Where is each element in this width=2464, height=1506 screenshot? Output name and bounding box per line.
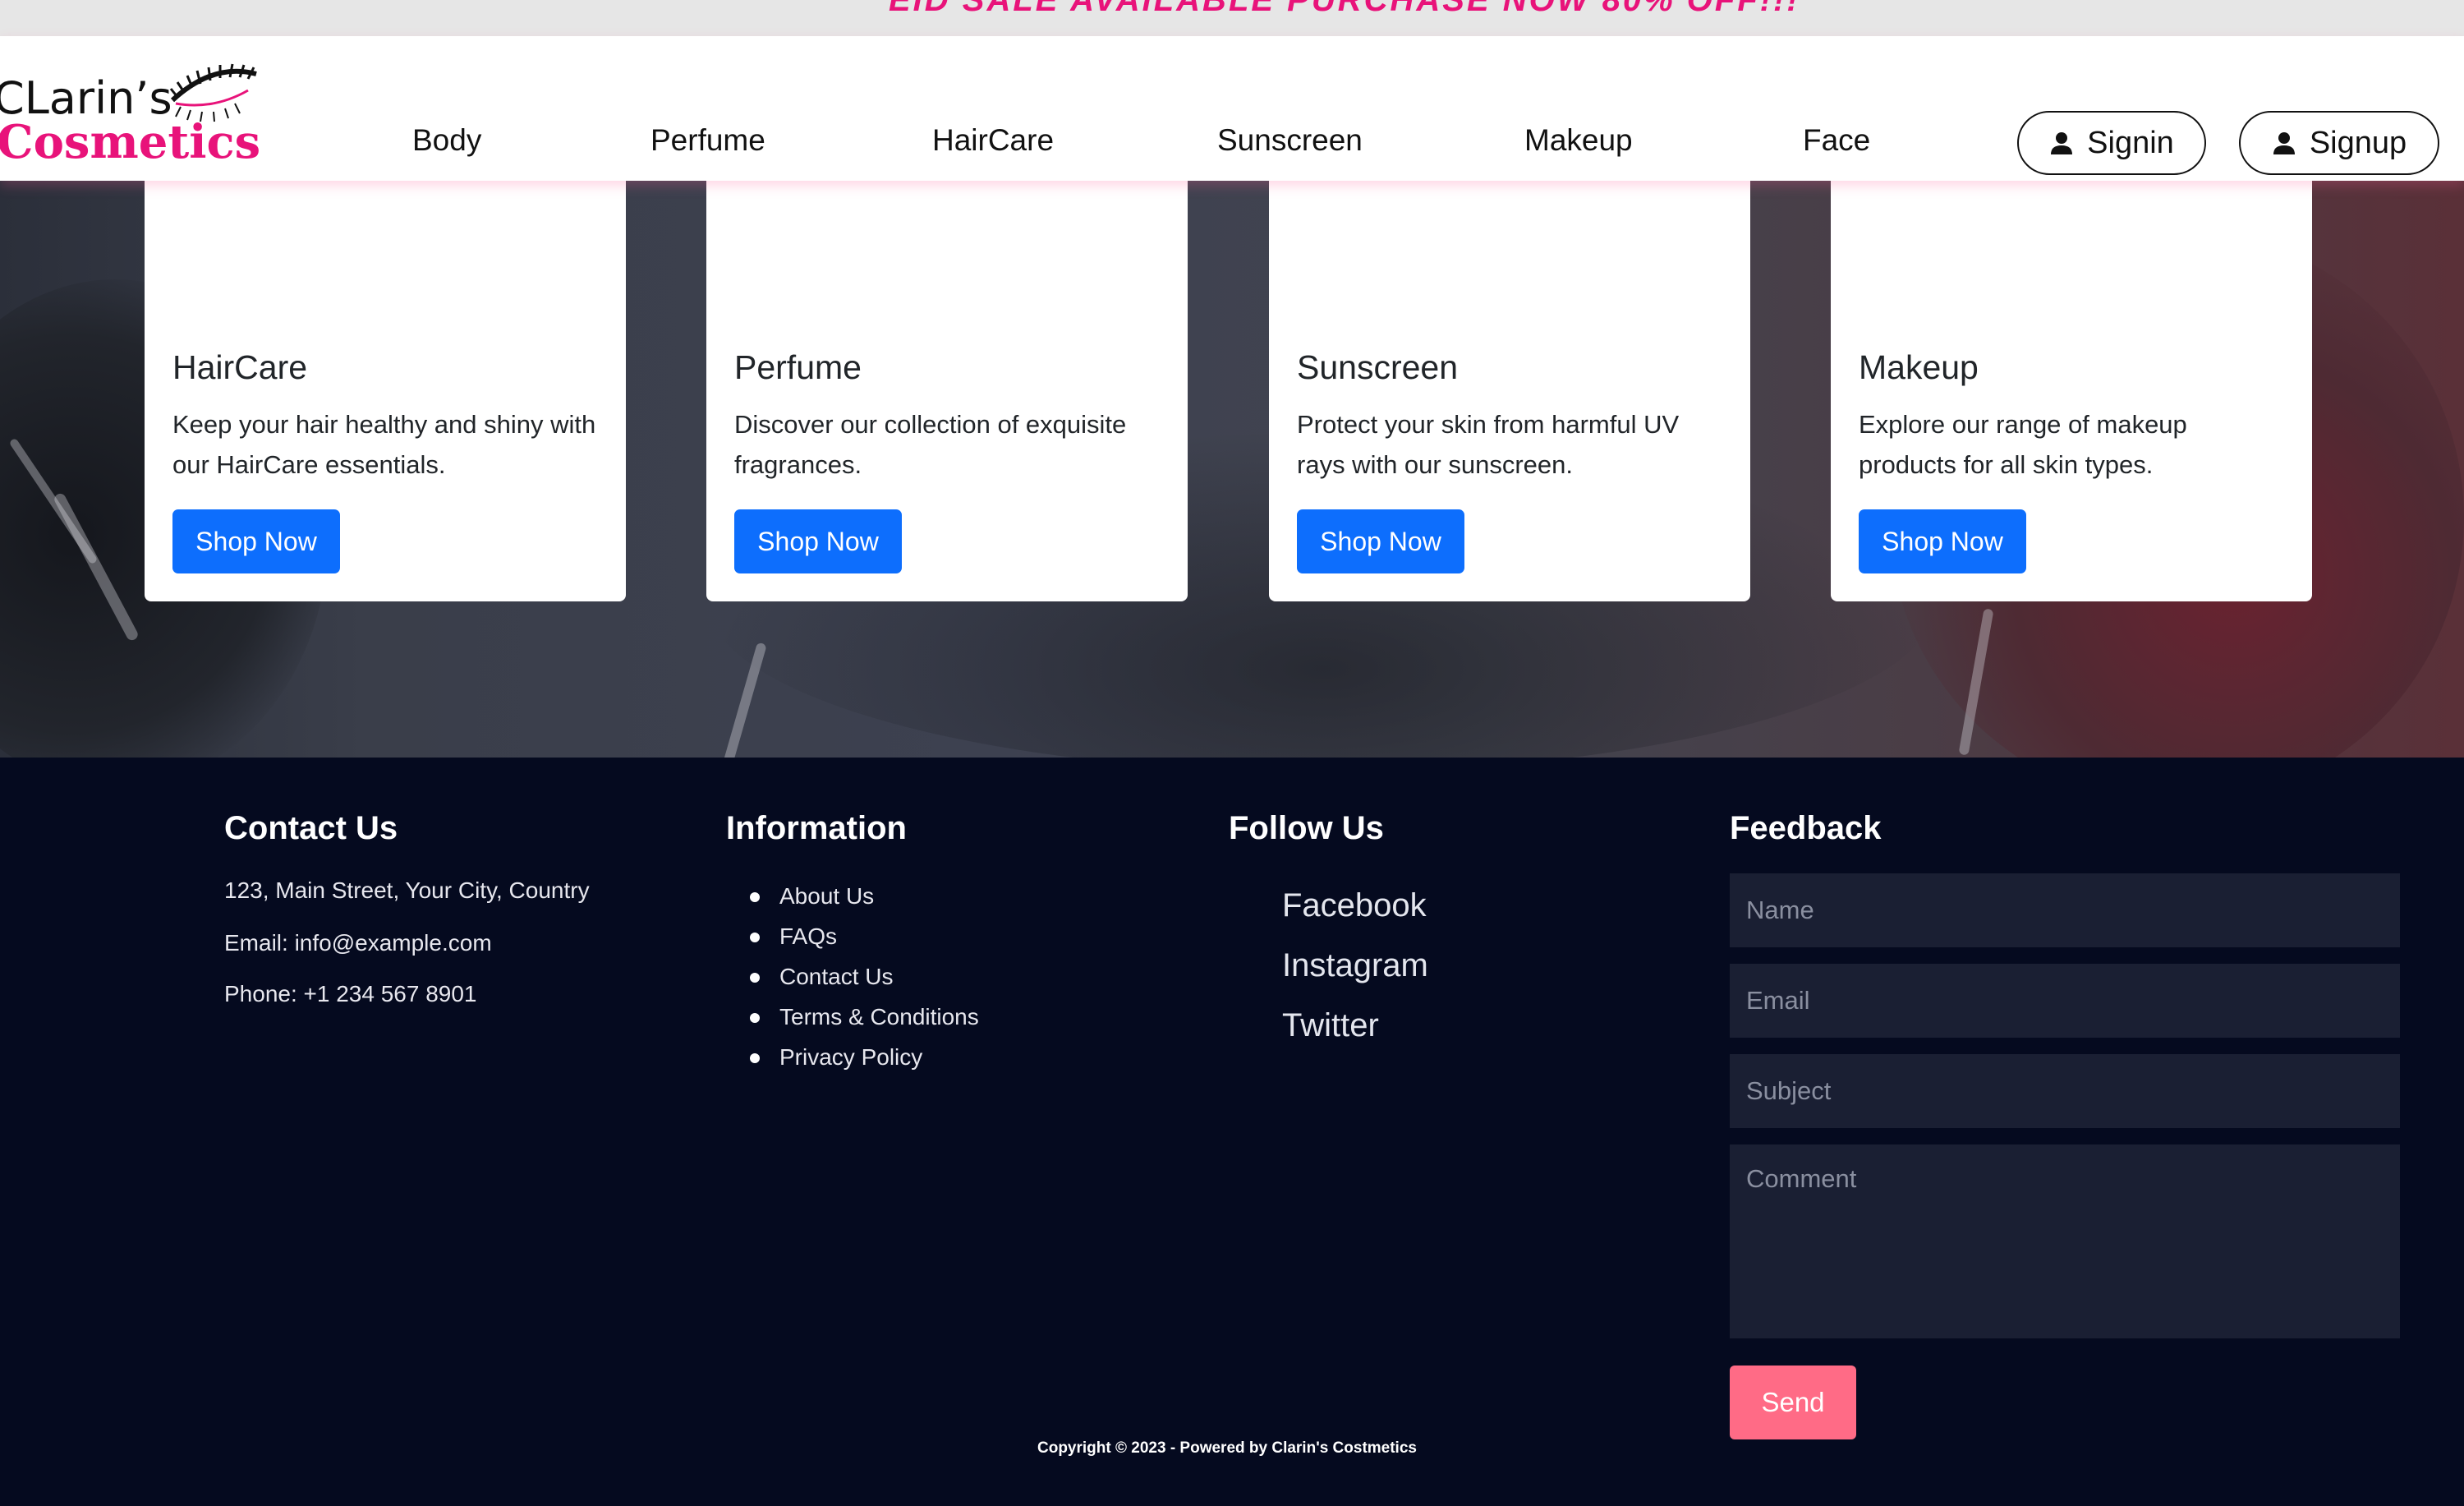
card-description: Discover our collection of exquisite fra…	[734, 410, 1127, 479]
follow-link-instagram[interactable]: Instagram	[1282, 947, 1428, 984]
feedback-subject-input[interactable]	[1730, 1054, 2400, 1128]
nav-item-sunscreen[interactable]: Sunscreen	[1217, 123, 1363, 158]
signin-button[interactable]: Signin	[2017, 111, 2206, 175]
user-icon	[2051, 132, 2073, 154]
announcement-text: EID SALE AVAILABLE PURCHASE NOW 80% OFF!…	[889, 0, 1800, 18]
signin-label: Signin	[2087, 125, 2174, 160]
category-card-perfume: Perfume Discover our collection of exqui…	[706, 181, 1188, 601]
contact-phone: Phone: +1 234 567 8901	[224, 981, 477, 1006]
follow-link-twitter[interactable]: Twitter	[1282, 1007, 1379, 1044]
info-link-contact-us[interactable]: Contact Us	[750, 956, 979, 997]
user-icon	[2273, 132, 2295, 154]
nav-item-haircare[interactable]: HairCare	[932, 123, 1054, 158]
shop-now-button[interactable]: Shop Now	[1297, 509, 1464, 573]
nav-item-makeup[interactable]: Makeup	[1524, 123, 1633, 158]
card-title: HairCare	[172, 348, 308, 386]
brand-logo[interactable]: CLarin’s Cosmetics	[0, 51, 263, 174]
feedback-name-input[interactable]	[1730, 873, 2400, 947]
feedback-title: Feedback	[1730, 810, 1882, 846]
site-header: CLarin’s Cosmetics Body Perfume HairCare…	[0, 36, 2464, 181]
signup-button[interactable]: Signup	[2239, 111, 2439, 175]
category-card-haircare: HairCare Keep your hair healthy and shin…	[145, 181, 626, 601]
eyelash-icon	[169, 63, 257, 122]
card-title: Perfume	[734, 348, 862, 386]
shop-now-button[interactable]: Shop Now	[734, 509, 902, 573]
card-description: Keep your hair healthy and shiny with ou…	[172, 410, 596, 479]
info-link-about-us[interactable]: About Us	[750, 876, 979, 916]
nav-item-perfume[interactable]: Perfume	[650, 123, 765, 158]
nav-item-face[interactable]: Face	[1803, 123, 1870, 158]
card-description: Explore our range of makeup products for…	[1859, 410, 2187, 479]
copyright-text: Copyright © 2023 - Powered by Clarin's C…	[1037, 1439, 1417, 1457]
info-link-terms[interactable]: Terms & Conditions	[750, 997, 979, 1037]
information-links: About Us FAQs Contact Us Terms & Conditi…	[750, 876, 979, 1077]
card-title: Sunscreen	[1297, 348, 1459, 386]
card-description: Protect your skin from harmful UV rays w…	[1297, 410, 1680, 479]
signup-label: Signup	[2309, 125, 2407, 160]
information-title: Information	[726, 810, 907, 846]
announcement-bar: EID SALE AVAILABLE PURCHASE NOW 80% OFF!…	[0, 0, 2464, 36]
category-card-makeup: Makeup Explore our range of makeup produ…	[1831, 181, 2312, 601]
category-card-sunscreen: Sunscreen Protect your skin from harmful…	[1269, 181, 1750, 601]
shop-now-button[interactable]: Shop Now	[172, 509, 340, 573]
contact-email: Email: info@example.com	[224, 930, 492, 956]
contact-address: 123, Main Street, Your City, Country	[224, 877, 590, 903]
follow-title: Follow Us	[1229, 810, 1384, 846]
info-link-faqs[interactable]: FAQs	[750, 916, 979, 956]
card-title: Makeup	[1859, 348, 1979, 386]
feedback-email-input[interactable]	[1730, 964, 2400, 1038]
shop-now-button[interactable]: Shop Now	[1859, 509, 2026, 573]
info-link-privacy[interactable]: Privacy Policy	[750, 1037, 979, 1077]
follow-link-facebook[interactable]: Facebook	[1282, 887, 1427, 924]
nav-item-body[interactable]: Body	[412, 123, 481, 158]
feedback-send-button[interactable]: Send	[1730, 1366, 1856, 1439]
site-footer: Contact Us 123, Main Street, Your City, …	[0, 758, 2464, 1506]
feedback-comment-input[interactable]	[1730, 1144, 2400, 1338]
contact-title: Contact Us	[224, 810, 398, 846]
